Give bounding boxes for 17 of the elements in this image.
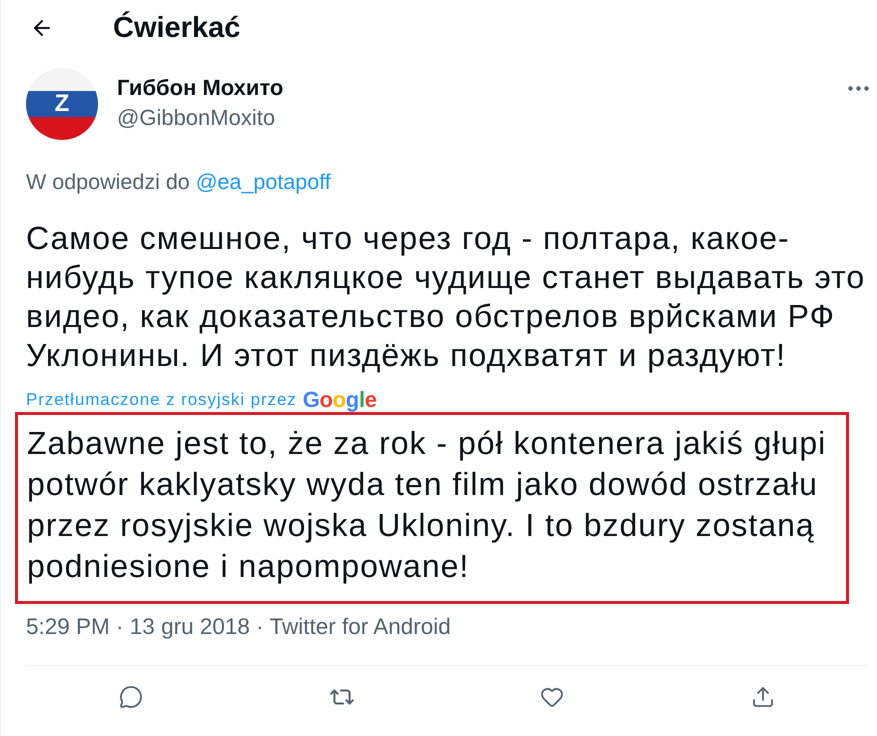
google-logo: Google bbox=[302, 389, 377, 411]
author-handle[interactable]: @GibbonMoxito bbox=[117, 105, 276, 131]
tweet-text: Самое смешное, что через год - полтара, какое-нибудь тупое какляцкое чудище станет выдавать это видео, как доказательство обстрелов врйсками РФ Уклонины. И этот пиздёжь подхватят и раздуют! bbox=[26, 218, 866, 374]
translated-text: Zabawne jest to, że za rok - pół kontenera jakiś głupi potwór kaklyatsky wyda ten film jako dowód ostrzału przez rosyjskie wojska Ukloniny. I to bzdury zostaną podniesione i napompowane! bbox=[27, 424, 828, 586]
author-name[interactable]: Гиббон Мохито bbox=[117, 75, 284, 101]
translation-label: Przetłumaczone z rosyjski przez bbox=[26, 390, 297, 410]
avatar[interactable]: Z bbox=[26, 68, 98, 140]
heart-icon bbox=[540, 685, 564, 709]
like-button[interactable] bbox=[540, 685, 564, 709]
page-title: Ćwierkać bbox=[113, 11, 240, 45]
reply-button[interactable] bbox=[119, 685, 144, 709]
share-icon bbox=[750, 685, 775, 709]
reply-to-label: W odpowiedzi do bbox=[26, 169, 190, 195]
tweet-timestamp: 5:29 PM · 13 gru 2018 · Twitter for Android bbox=[26, 614, 451, 640]
speech-bubble-icon bbox=[119, 685, 144, 709]
share-button[interactable] bbox=[750, 685, 775, 709]
more-icon bbox=[848, 86, 869, 91]
